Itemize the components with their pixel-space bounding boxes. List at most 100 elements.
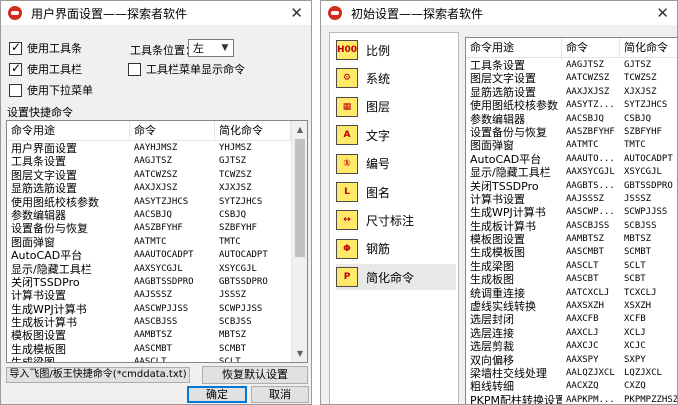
table-row[interactable]: 虚线实线转换 AAXSXZH XSXZH [466, 300, 677, 313]
table-row[interactable]: 双向偏移 AAXSPY SXPY [466, 353, 677, 367]
table-row[interactable]: 粗线转细 AACXZQ CXZQ [466, 380, 677, 393]
toolbar-position-select[interactable]: 左 ▼ [188, 39, 234, 57]
column-header-command[interactable]: 命令 [562, 38, 620, 58]
column-header-command[interactable]: 命令 [130, 121, 215, 141]
table-row[interactable]: 图层文字设置 AATCWZSZ TCWZSZ [7, 169, 291, 182]
table-row[interactable]: AutoCAD平台 AAAUTO... AUTOCADPT [466, 153, 677, 166]
scroll-up-icon[interactable]: ▲ [292, 121, 307, 138]
table-row[interactable]: AutoCAD平台 AAAUTOCADPT AUTOCADPT [7, 249, 291, 262]
table-row[interactable]: 用户界面设置 AAYHJMSZ YHJMSZ [7, 142, 291, 155]
cell-command: AATCXCLJ [566, 287, 610, 298]
cell-purpose: 生成板计算书 [470, 219, 536, 233]
cell-command: AAAUTOCADPT [134, 250, 194, 261]
table-row[interactable]: 生成梁图 AASCLT SCLT [466, 260, 677, 273]
import-shortcuts-button[interactable]: 导入飞图/板王快捷命令(*cmddata.txt) [6, 367, 190, 383]
use-toolbar-check[interactable] [9, 40, 22, 55]
close-icon[interactable]: ✕ [290, 3, 303, 23]
cell-purpose: 显筋选筋设置 [470, 85, 536, 99]
table-row[interactable]: 统调重连接 AATCXCLJ TCXCLJ [466, 287, 677, 300]
cell-short: SCBT [624, 274, 646, 285]
column-header-purpose[interactable]: 命令用途 [466, 38, 562, 58]
cell-command: AAXCLJ [566, 327, 599, 338]
toolbar-menu-show-command-checkbox[interactable]: 工具栏菜单显示命令 [128, 61, 245, 77]
table-row[interactable]: 梁墙柱交线处理 AALQZJXCL LQZJXCL [466, 367, 677, 380]
sidebar-item-4[interactable]: ① 编号 [336, 151, 456, 177]
cell-purpose: 显示/隐藏工具栏 [11, 262, 92, 276]
table-row[interactable]: 图层文字设置 AATCWZSZ TCWZSZ [466, 72, 677, 85]
table-row[interactable]: 显示/隐藏工具栏 AAXSYCGJL XSYCGJL [466, 166, 677, 179]
table-row[interactable]: 关闭TSSDPro AAGBTS... GBTSSDPRO [466, 180, 677, 193]
sidebar-item-label: 图层 [366, 100, 391, 115]
cancel-button[interactable]: 取消 [251, 386, 309, 403]
table-row[interactable]: 设置备份与恢复 AASZBFYHF SZBFYHF [7, 222, 291, 235]
scroll-down-icon[interactable]: ▼ [292, 345, 307, 362]
table-row[interactable]: 计算书设置 AAJSSSZ JSSSZ [7, 289, 291, 302]
table-row[interactable]: 生成模板图 AASCMBT SCMBT [466, 246, 677, 259]
close-icon[interactable]: ✕ [656, 3, 669, 23]
sidebar-item-5[interactable]: L 图名 [336, 179, 456, 205]
table-row[interactable]: 模板图设置 AAMBTSZ MBTSZ [466, 233, 677, 246]
table-row[interactable]: 图面弹窗 AATMTC TMTC [466, 139, 677, 152]
cell-short: XSYCGJL [219, 263, 257, 274]
sidebar-item-6[interactable]: ↔ 尺寸标注 [336, 207, 456, 233]
column-header-short[interactable]: 简化命令 [215, 121, 291, 141]
cell-short: TMTC [624, 140, 646, 151]
use-dropdown-check[interactable] [9, 83, 22, 97]
table-row[interactable]: 显筋选筋设置 AAXJXJSZ XJXJSZ [466, 85, 677, 99]
cell-command: AAMBTSZ [134, 330, 172, 341]
cell-purpose: 双向偏移 [470, 353, 514, 367]
restore-defaults-button[interactable]: 恢复默认设置 [202, 366, 308, 384]
table-row[interactable]: 参数编辑器 AACSBJQ CSBJQ [466, 112, 677, 126]
cell-short: SCLT [219, 357, 241, 363]
table-row[interactable]: 关闭TSSDPro AAGBTSSDPRO GBTSSDPRO [7, 276, 291, 289]
table-row[interactable]: 生成板计算书 AASCBJSS SCBJSS [7, 316, 291, 329]
sidebar-item-3[interactable]: A 文字 [336, 122, 456, 148]
cell-command: AAXJXJSZ [134, 183, 178, 194]
table-row[interactable]: 生成板图 AASCBT SCBT [466, 273, 677, 286]
table-row[interactable]: 模板图设置 AAMBTSZ MBTSZ [7, 329, 291, 342]
table-row[interactable]: 使用图纸校核参数 AASYTZ... SYTZJHCS [466, 99, 677, 112]
use-toolbar2-check[interactable] [9, 61, 22, 76]
table-row[interactable]: 显筋选筋设置 AAXJXJSZ XJXJSZ [7, 182, 291, 195]
table-row[interactable]: 工具条设置 AAGJTSZ GJTSZ [7, 155, 291, 168]
table-row[interactable]: 生成板计算书 AASCBJSS SCBJSS [466, 219, 677, 233]
sidebar-item-7[interactable]: Φ 钢筋 [336, 236, 456, 262]
column-header-short[interactable]: 简化命令 [620, 38, 677, 58]
sidebar-item-8[interactable]: P 简化命令 [336, 264, 456, 291]
cell-command: AASCBT [566, 274, 599, 285]
sidebar-item-2[interactable]: ▦ 图层 [336, 94, 456, 120]
vertical-scrollbar[interactable]: ▲ ▼ [291, 121, 307, 362]
ok-button[interactable]: 确定 [187, 386, 247, 403]
table-row[interactable]: 计算书设置 AAJSSSZ JSSSZ [466, 193, 677, 206]
cell-short: SCBJSS [624, 220, 657, 231]
sidebar-item-label: 比例 [366, 43, 391, 58]
use-toolbar-checkbox[interactable]: 使用工具条 [9, 40, 82, 56]
sidebar-item-0[interactable]: H00 比例 [336, 37, 456, 63]
cell-purpose: 参数编辑器 [470, 112, 525, 126]
cell-short: MBTSZ [624, 234, 652, 245]
table-row[interactable]: 生成WPJ计算书 AASCWP... SCWPJJSS [466, 206, 677, 219]
table-row[interactable]: 选层连接 AAXCLJ XCLJ [466, 327, 677, 340]
cell-purpose: 计算书设置 [11, 289, 66, 303]
cell-purpose: 生成WPJ计算书 [11, 302, 87, 316]
cell-short: AUTOCADPT [219, 250, 268, 261]
table-row[interactable]: 参数编辑器 AACSBJQ CSBJQ [7, 209, 291, 222]
table-row[interactable]: 工具条设置 AAGJTSZ GJTSZ [466, 59, 677, 72]
sidebar-item-1[interactable]: ⚙ 系统 [336, 65, 456, 91]
table-row[interactable]: 生成模板图 AASCMBT SCMBT [7, 343, 291, 356]
table-row[interactable]: 生成WPJ计算书 AASCWPJJSS SCWPJJSS [7, 303, 291, 316]
table-row[interactable]: 使用图纸校核参数 AASYTZJHCS SYTZJHCS [7, 196, 291, 209]
table-row[interactable]: 选层封闭 AAXCFB XCFB [466, 313, 677, 326]
table-row[interactable]: 生成梁图 AASCLT SCLT [7, 356, 291, 363]
table-row[interactable]: 选层剪裁 AAXCJC XCJC [466, 340, 677, 353]
toolbar-menu-check[interactable] [128, 62, 141, 76]
table-row[interactable]: 图面弹窗 AATMTC TMTC [7, 236, 291, 249]
use-toolbar2-checkbox[interactable]: 使用工具栏 [9, 61, 82, 77]
table-row[interactable]: PKPM配柱转换设置 AAPKPM... PKPMPZZHSZ [466, 394, 677, 404]
cell-command: AASCLT [134, 357, 167, 363]
table-row[interactable]: 设置备份与恢复 AASZBFYHF SZBFYHF [466, 126, 677, 139]
use-dropdown-menu-checkbox[interactable]: 使用下拉菜单 [9, 82, 93, 98]
table-row[interactable]: 显示/隐藏工具栏 AAXSYCGJL XSYCGJL [7, 263, 291, 276]
scroll-thumb[interactable] [295, 139, 305, 257]
column-header-purpose[interactable]: 命令用途 [7, 121, 130, 141]
